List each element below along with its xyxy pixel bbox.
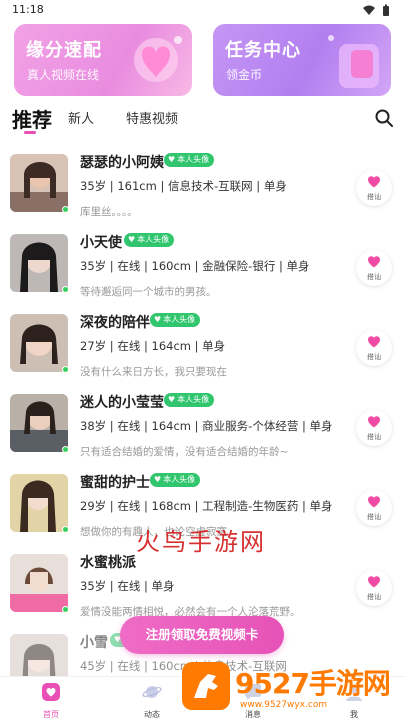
category-tabs: 推荐 新人 特惠视频 <box>0 100 405 140</box>
greet-button[interactable]: 搭讪 <box>356 250 392 286</box>
greet-label: 搭讪 <box>367 593 381 601</box>
profile-name: 水蜜桃派 <box>80 555 136 571</box>
heart-icon <box>368 416 380 428</box>
profile-info: 27岁 | 在线 | 164cm | 单身 <box>80 339 226 353</box>
greet-button[interactable]: 搭讪 <box>356 570 392 606</box>
avatar[interactable] <box>10 554 68 612</box>
tab-recommend[interactable]: 推荐 <box>12 104 52 133</box>
heart-icon <box>368 496 380 508</box>
nav-home-label: 首页 <box>43 710 59 719</box>
watermark-logo-text: 9527手游网 <box>235 667 391 700</box>
profile-row[interactable]: 深夜的陪伴 ♥ 本人头像 27岁 | 在线 | 164cm | 单身 没有什么来日… <box>0 306 405 386</box>
watermark-logo-url: www.9527wyx.com <box>240 700 328 710</box>
watermark-text: 火鸟手游网 <box>136 528 266 556</box>
heart-icon <box>368 576 380 588</box>
greet-label: 搭讪 <box>367 353 381 361</box>
verified-avatar-badge: ♥本人头像 <box>150 313 201 327</box>
profile-name: 瑟瑟的小阿姨 <box>80 155 164 171</box>
status-time: 11:18 <box>12 3 44 16</box>
greet-label: 搭讪 <box>367 513 381 521</box>
verified-avatar-badge: ♥本人头像 <box>150 473 201 487</box>
match-banner[interactable]: 缘分速配 真人视频在线 <box>14 24 192 96</box>
avatar[interactable] <box>10 394 68 452</box>
task-banner-subtitle: 领金币 <box>226 68 263 82</box>
badge-label: 本人头像 <box>177 395 210 404</box>
nav-home[interactable]: 首页 <box>21 677 81 720</box>
profile-row[interactable]: 水蜜桃派 35岁 | 在线 | 单身 爱情没能两情相悦，必然会有一个人沦落荒野。… <box>0 546 405 626</box>
online-indicator <box>62 446 69 453</box>
nav-moments-label: 动态 <box>144 710 160 719</box>
match-banner-subtitle: 真人视频在线 <box>27 68 100 82</box>
online-indicator <box>62 286 69 293</box>
profile-name: 小天使 <box>80 235 122 251</box>
profile-name: 蜜甜的护士 <box>80 475 150 491</box>
badge-heart-icon: ♥ <box>128 235 136 244</box>
wifi-icon <box>363 5 375 15</box>
badge-label: 本人头像 <box>177 155 210 164</box>
greet-button[interactable]: 搭讪 <box>356 490 392 526</box>
battery-icon <box>383 6 389 16</box>
match-banner-title: 缘分速配 <box>26 40 102 61</box>
profile-desc: 只有适合结婚的爱情，没有适合结婚的年龄~ <box>80 446 289 458</box>
greet-label: 搭讪 <box>367 193 381 201</box>
status-bar: 11:18 <box>0 0 405 20</box>
verified-avatar-badge: ♥本人头像 <box>164 153 215 167</box>
greet-button[interactable]: 搭讪 <box>356 330 392 366</box>
badge-heart-icon: ♥ <box>154 475 162 484</box>
profile-info: 35岁 | 在线 | 单身 <box>80 579 175 593</box>
badge-heart-icon: ♥ <box>168 395 176 404</box>
greet-button[interactable]: 搭讪 <box>356 170 392 206</box>
active-tab-indicator <box>24 131 36 134</box>
online-indicator <box>62 606 69 613</box>
watermark-logo: 9527手游网 www.9527wyx.com <box>180 658 405 720</box>
task-banner[interactable]: 任务中心 领金币 <box>213 24 391 96</box>
profile-desc: 库里丝。。。。 <box>80 206 138 218</box>
badge-heart-icon: ♥ <box>168 155 176 164</box>
profile-desc: 没有什么来日方长，我只要现在 <box>80 366 227 378</box>
register-free-video-card-button[interactable]: 注册领取免费视频卡 <box>120 616 284 654</box>
task-banner-title: 任务中心 <box>225 40 301 61</box>
horse-logo-icon <box>182 662 230 710</box>
greet-button[interactable]: 搭讪 <box>356 410 392 446</box>
avatar[interactable] <box>10 314 68 372</box>
profile-info: 35岁 | 在线 | 160cm | 金融保险-银行 | 单身 <box>80 259 310 273</box>
profile-name: 深夜的陪伴 <box>80 315 150 331</box>
badge-label: 本人头像 <box>163 475 196 484</box>
greet-label: 搭讪 <box>367 273 381 281</box>
profile-name: 迷人的小莹莹 <box>80 395 164 411</box>
planet-icon <box>142 686 162 698</box>
verified-avatar-badge: ♥本人头像 <box>164 393 215 407</box>
heart-icon <box>368 336 380 348</box>
profile-info: 38岁 | 在线 | 164cm | 商业服务-个体经营 | 单身 <box>80 419 333 433</box>
online-indicator <box>62 366 69 373</box>
status-icons <box>363 4 389 16</box>
profile-name: 小雪 <box>80 635 108 651</box>
badge-heart-icon: ♥ <box>154 315 162 324</box>
search-icon[interactable] <box>373 107 395 129</box>
avatar[interactable] <box>10 154 68 212</box>
profile-row[interactable]: 瑟瑟的小阿姨 ♥ 本人头像 35岁 | 161cm | 信息技术-互联网 | 单身… <box>0 146 405 226</box>
badge-label: 本人头像 <box>163 315 196 324</box>
profile-row[interactable]: 小天使 ♥ 本人头像 35岁 | 在线 | 160cm | 金融保险-银行 | 单… <box>0 226 405 306</box>
badge-label: 本人头像 <box>137 235 170 244</box>
profile-info: 29岁 | 在线 | 168cm | 工程制造-生物医药 | 单身 <box>80 499 333 513</box>
nav-moments[interactable]: 动态 <box>122 677 182 720</box>
home-icon <box>42 683 60 701</box>
heart-icon <box>368 256 380 268</box>
heart-bubble-icon <box>134 36 182 82</box>
verified-avatar-badge: ♥本人头像 <box>124 233 175 247</box>
avatar[interactable] <box>10 474 68 532</box>
gift-bag-icon <box>328 35 379 88</box>
avatar[interactable] <box>10 234 68 292</box>
tab-newcomer[interactable]: 新人 <box>68 108 94 127</box>
profile-info: 35岁 | 161cm | 信息技术-互联网 | 单身 <box>80 179 287 193</box>
greet-label: 搭讪 <box>367 433 381 441</box>
online-indicator <box>62 206 69 213</box>
profile-row[interactable]: 迷人的小莹莹 ♥ 本人头像 38岁 | 在线 | 164cm | 商业服务-个体经… <box>0 386 405 466</box>
heart-icon <box>368 176 380 188</box>
profile-desc: 等待邂逅同一个城市的男孩。 <box>80 286 217 298</box>
tab-special-video[interactable]: 特惠视频 <box>126 108 178 127</box>
online-indicator <box>62 526 69 533</box>
